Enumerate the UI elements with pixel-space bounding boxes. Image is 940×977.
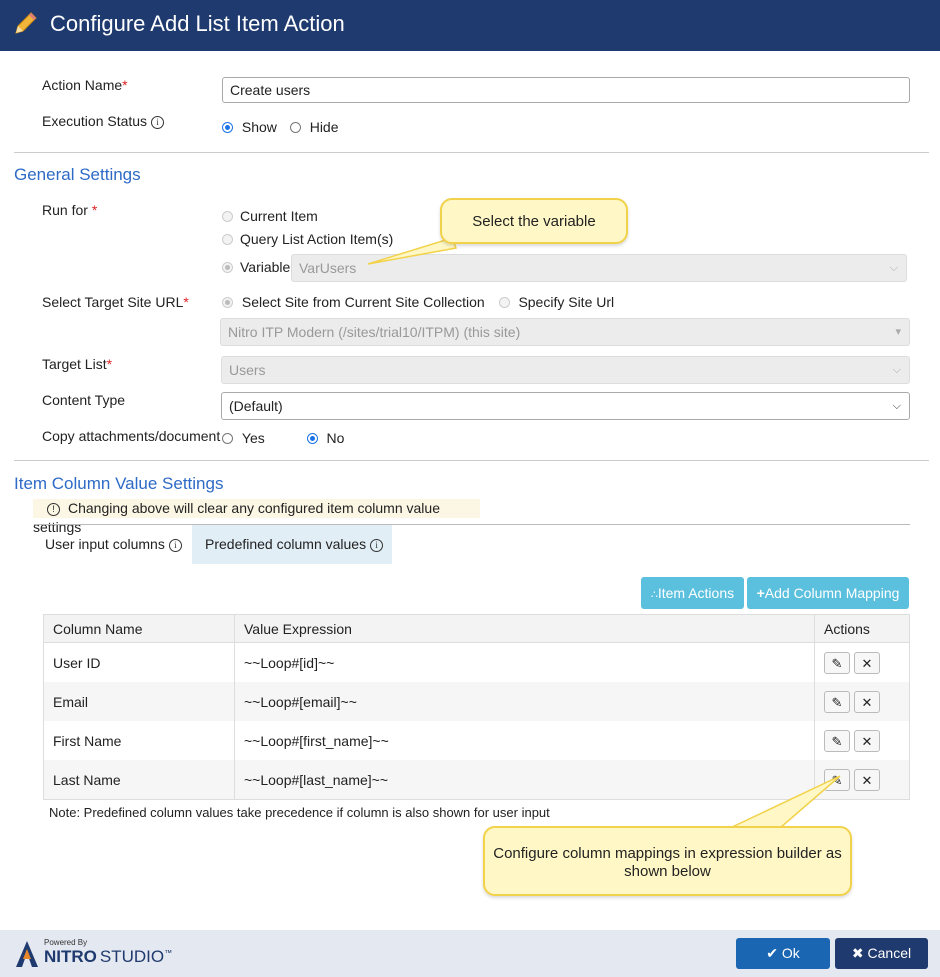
column-name-header: Column Name xyxy=(43,614,235,643)
execution-status-radios: Show Hide xyxy=(222,119,339,135)
precedence-note: Note: Predefined column values take prec… xyxy=(49,805,550,820)
value-expression-cell: ~~Loop#[email]~~ xyxy=(234,682,815,721)
content-type-label: Content Type xyxy=(42,392,126,408)
action-name-label: Action Name* xyxy=(42,77,128,93)
content-type-select[interactable]: (Default) ⌵ xyxy=(221,392,910,420)
close-icon[interactable]: ✕ xyxy=(854,690,880,713)
caret-down-icon: ▾ xyxy=(895,326,901,338)
copy-no-radio[interactable] xyxy=(306,433,318,444)
alert-icon: ! xyxy=(47,503,60,516)
warning-banner: ! Changing above will clear any configure… xyxy=(33,499,480,535)
column-name-cell: Last Name xyxy=(43,760,235,800)
value-expression-cell: ~~Loop#[id]~~ xyxy=(234,642,815,682)
pencil-icon[interactable]: ✎ xyxy=(824,690,850,713)
value-expression-header: Value Expression xyxy=(234,614,815,643)
column-name-cell: Email xyxy=(43,682,235,721)
copy-attachments-label: Copy attachments/document xyxy=(42,428,221,444)
divider xyxy=(14,152,929,153)
hide-radio[interactable] xyxy=(289,122,301,133)
actions-cell: ✎ ✕ xyxy=(814,642,910,682)
value-expression-cell: ~~Loop#[first_name]~~ xyxy=(234,721,815,760)
show-label: Show xyxy=(241,119,277,135)
pencil-icon xyxy=(15,12,37,34)
dialog-header: Configure Add List Item Action xyxy=(0,0,940,51)
run-for-label: Run for * xyxy=(42,202,98,218)
plus-icon: + xyxy=(756,585,765,601)
copy-attachments-radios: Yes No xyxy=(222,430,344,446)
divider xyxy=(14,460,929,461)
target-site-radios: Select Site from Current Site Collection… xyxy=(222,294,614,310)
specify-site-url-radio[interactable] xyxy=(498,297,510,308)
table-header-row: Column Name Value Expression Actions xyxy=(43,614,910,643)
tab-predefined-column-values[interactable]: Predefined column values i xyxy=(192,525,392,564)
pencil-icon[interactable]: ✎ xyxy=(824,729,850,752)
action-name-input[interactable]: Create users xyxy=(222,77,910,103)
info-icon: i xyxy=(370,539,384,552)
copy-yes-radio[interactable] xyxy=(222,433,233,444)
run-for-current-item[interactable]: Current Item xyxy=(222,208,318,224)
ok-button[interactable]: ✔ Ok xyxy=(736,938,830,969)
execution-status-label: Execution Status i xyxy=(42,113,165,129)
tab-user-input-columns[interactable]: User input columns i xyxy=(34,525,192,564)
column-name-cell: User ID xyxy=(43,642,235,682)
target-site-label: Select Target Site URL* xyxy=(42,294,189,310)
close-icon[interactable]: ✕ xyxy=(854,651,880,674)
target-list-label: Target List* xyxy=(42,356,113,372)
actions-header: Actions xyxy=(814,614,910,643)
chevron-down-icon: ⌵ xyxy=(892,400,901,412)
dialog-title: Configure Add List Item Action xyxy=(50,11,345,36)
pencil-icon[interactable]: ✎ xyxy=(824,651,850,674)
nitro-studio-logo: Powered By NITRO STUDIO™ xyxy=(14,936,172,972)
site-select[interactable]: Nitro ITP Modern (/sites/trial10/ITPM) (… xyxy=(220,318,910,346)
item-column-settings-title: Item Column Value Settings xyxy=(14,474,224,493)
current-site-collection-radio[interactable] xyxy=(222,297,233,308)
callout-configure-mappings: Configure column mappings in expression … xyxy=(483,826,852,896)
table-row: Email ~~Loop#[email]~~ ✎ ✕ xyxy=(43,682,910,721)
add-column-mapping-button[interactable]: +Add Column Mapping xyxy=(747,577,909,609)
run-for-variable[interactable]: Variable xyxy=(222,259,290,275)
info-icon[interactable]: i xyxy=(151,116,165,129)
actions-cell: ✎ ✕ xyxy=(814,721,910,760)
target-list-select[interactable]: Users ⌵ xyxy=(221,356,910,384)
table-row: User ID ~~Loop#[id]~~ ✎ ✕ xyxy=(43,642,910,682)
close-icon: ✖ xyxy=(851,945,864,961)
table-row: First Name ~~Loop#[first_name]~~ ✎ ✕ xyxy=(43,721,910,760)
chevron-down-icon: ⌵ xyxy=(892,364,901,376)
show-radio[interactable] xyxy=(222,122,233,133)
actions-cell: ✎ ✕ xyxy=(814,682,910,721)
close-icon[interactable]: ✕ xyxy=(854,729,880,752)
column-name-cell: First Name xyxy=(43,721,235,760)
callout-select-variable: Select the variable xyxy=(440,198,628,244)
hide-label: Hide xyxy=(309,119,339,135)
sitemap-icon: ∴ xyxy=(650,589,658,601)
logo-mark-icon xyxy=(16,941,38,967)
chevron-down-icon: ⌵ xyxy=(889,262,898,274)
general-settings-title: General Settings xyxy=(14,165,141,184)
check-icon: ✔ xyxy=(766,945,778,961)
cancel-button[interactable]: ✖ Cancel xyxy=(835,938,928,969)
item-actions-button[interactable]: ∴Item Actions xyxy=(641,577,744,609)
info-icon: i xyxy=(168,539,182,552)
